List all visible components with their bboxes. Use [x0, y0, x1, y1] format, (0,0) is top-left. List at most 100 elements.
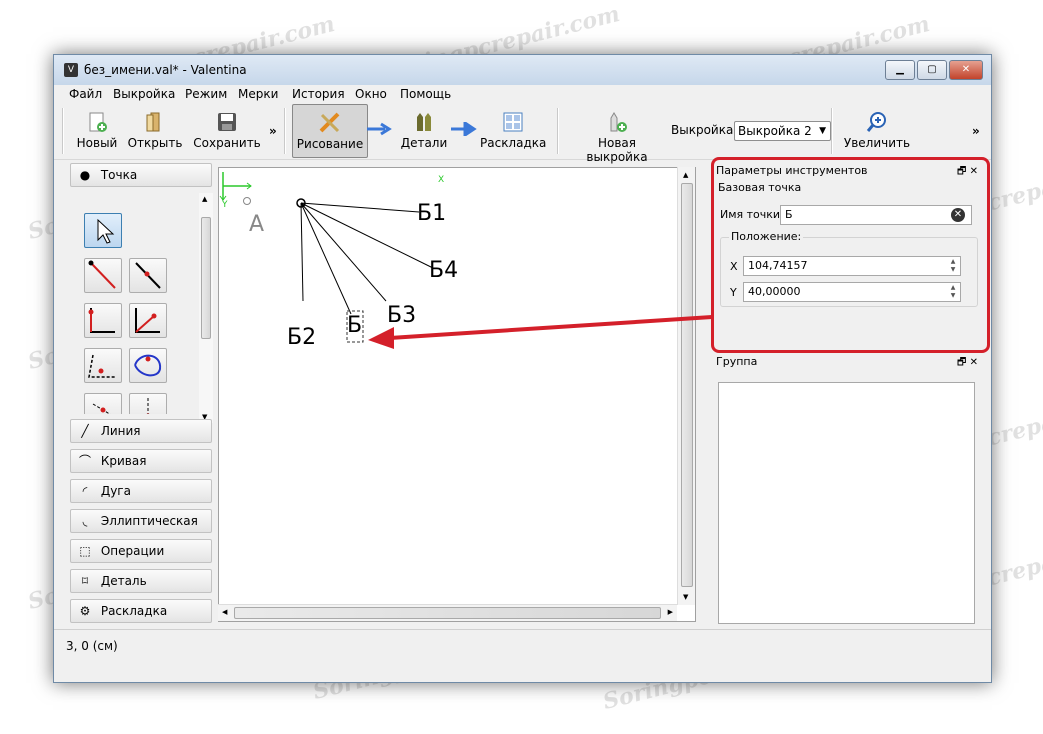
along-line-tool[interactable] [129, 258, 167, 293]
line-b[interactable] [300, 202, 352, 315]
bullet-point-icon: ● [79, 168, 91, 182]
line-b1[interactable] [300, 202, 420, 213]
zoom-in-button[interactable]: Увеличить [840, 104, 914, 156]
close-button[interactable]: ✕ [949, 60, 983, 80]
menu-mode[interactable]: Режим [185, 87, 227, 101]
scroll-up-icon[interactable]: ▲ [202, 195, 207, 203]
normal-tool[interactable] [84, 303, 122, 338]
scroll-thumb[interactable] [681, 183, 693, 587]
curve-intersect-tool[interactable] [129, 348, 167, 383]
new-pattern-icon [610, 112, 627, 132]
group-list[interactable] [718, 382, 975, 624]
arc-section-button[interactable]: ◜ Дуга [70, 479, 212, 503]
toolbar: Новый Открыть Сохранить » Рисование Дета… [54, 104, 991, 164]
chevron-down-icon: ▼ [819, 126, 826, 136]
point-of-contact-tool[interactable] [84, 393, 122, 414]
menu-bar: Файл Выкройка Режим Мерки История Окно П… [54, 85, 991, 104]
line-section-button[interactable]: ╱ Линия [70, 419, 212, 443]
detail-icon: ⌑ [81, 574, 89, 588]
dock-float-close-icons[interactable]: 🗗 ✕ [957, 355, 978, 372]
point-section-button[interactable]: ● Точка [70, 163, 212, 187]
zoom-in-icon [866, 112, 886, 132]
maximize-button[interactable]: ▢ [917, 60, 947, 80]
menu-pattern[interactable]: Выкройка [113, 87, 175, 101]
toolbar-overflow-icon[interactable]: » [269, 124, 277, 138]
minimize-button[interactable]: ▁ [885, 60, 915, 80]
save-button[interactable]: Сохранить [192, 104, 262, 156]
highlight-frame [711, 157, 990, 353]
new-label: Новый [76, 136, 118, 150]
open-button[interactable]: Открыть [126, 104, 184, 156]
pattern-select-value: Выкройка 2 [738, 124, 812, 138]
arc-section-label: Дуга [100, 484, 131, 498]
canvas-vertical-scrollbar[interactable]: ▲ ▼ [677, 167, 695, 605]
new-pattern-label: Новая выкройка [586, 136, 648, 164]
point-b4-label[interactable]: Б4 [429, 258, 458, 283]
pattern-select[interactable]: Выкройка 2 ▼ [734, 121, 831, 141]
layout-sheet-icon [503, 112, 523, 132]
point-b2-label[interactable]: Б2 [287, 325, 316, 350]
line-b4[interactable] [300, 202, 434, 269]
curve-section-button[interactable]: ⌒ Кривая [70, 449, 212, 473]
normal-angle-icon [88, 308, 115, 333]
scroll-right-icon[interactable]: ▶ [668, 608, 673, 616]
detail-section-label: Деталь [100, 574, 147, 588]
bisector-tool[interactable] [129, 303, 167, 338]
open-folder-icon [146, 112, 160, 132]
new-button[interactable]: Новый [70, 104, 124, 156]
scroll-thumb[interactable] [234, 607, 661, 619]
triangle-icon [88, 354, 115, 378]
group-panel-title: Группа [716, 355, 758, 368]
line-b2[interactable] [300, 202, 304, 302]
scroll-left-icon[interactable]: ◀ [222, 608, 227, 616]
scroll-up-icon[interactable]: ▲ [683, 171, 688, 179]
toolbar-overflow-icon[interactable]: » [972, 124, 980, 138]
menu-history[interactable]: История [292, 87, 345, 101]
draw-mode-button[interactable]: Рисование [292, 104, 368, 158]
height-icon [146, 398, 150, 414]
axis-origin-icon [219, 172, 252, 201]
triangle-tool[interactable] [84, 348, 122, 383]
menu-measurements[interactable]: Мерки [238, 87, 278, 101]
elliptical-arc-icon: ◟ [82, 514, 88, 528]
pointer-tool[interactable] [84, 213, 122, 248]
point-b1-label[interactable]: Б1 [417, 201, 446, 226]
detail-section-button[interactable]: ⌑ Деталь [70, 569, 212, 593]
title-bar: V без_имени.val* - Valentina ▁ ▢ ✕ [54, 55, 991, 85]
operations-icon: ⬚ [79, 544, 91, 558]
toolbar-separator [62, 108, 64, 154]
window-title: без_имени.val* - Valentina [84, 63, 247, 77]
point-a-label[interactable]: A [249, 212, 264, 237]
canvas-horizontal-scrollbar[interactable]: ◀ ▶ [218, 604, 677, 621]
menu-help[interactable]: Помощь [400, 87, 451, 101]
line-segment-icon [88, 260, 116, 289]
drawing-canvas[interactable]: X Y A Б1 Б4 Б3 Б2 Б [218, 167, 696, 622]
layout-mode-button[interactable]: Раскладка [480, 104, 546, 156]
line-b3[interactable] [300, 202, 387, 302]
scroll-down-icon[interactable]: ▼ [683, 593, 688, 601]
scroll-thumb[interactable] [201, 217, 211, 339]
bisector-icon [135, 308, 160, 333]
operations-section-label: Операции [100, 544, 165, 558]
menu-window[interactable]: Окно [355, 87, 387, 101]
toolbar-separator [831, 108, 833, 154]
save-floppy-icon [218, 113, 236, 131]
tools-scrollbar[interactable]: ▲ ▼ [199, 193, 213, 423]
point-a-marker[interactable] [243, 197, 251, 205]
line-icon: ╱ [81, 424, 89, 438]
zoom-in-label: Увеличить [843, 136, 911, 150]
layout-section-button[interactable]: ⚙ Раскладка [70, 599, 212, 623]
axis-x-label: X [438, 175, 445, 185]
height-tool[interactable] [129, 393, 167, 414]
details-mode-button[interactable]: Детали [394, 104, 454, 156]
layout-mode-label: Раскладка [480, 136, 547, 150]
point-tools-grid [70, 199, 205, 414]
gears-icon: ⚙ [79, 604, 91, 618]
line-segment-tool[interactable] [84, 258, 122, 293]
menu-file[interactable]: Файл [69, 87, 102, 101]
status-bar: 3, 0 (см) [54, 629, 991, 660]
new-pattern-button[interactable]: Новая выкройка [566, 104, 668, 164]
elliptical-section-button[interactable]: ◟ Эллиптическая ... [70, 509, 212, 550]
app-window: V без_имени.val* - Valentina ▁ ▢ ✕ Файл … [53, 54, 992, 683]
operations-section-button[interactable]: ⬚ Операции [70, 539, 212, 563]
